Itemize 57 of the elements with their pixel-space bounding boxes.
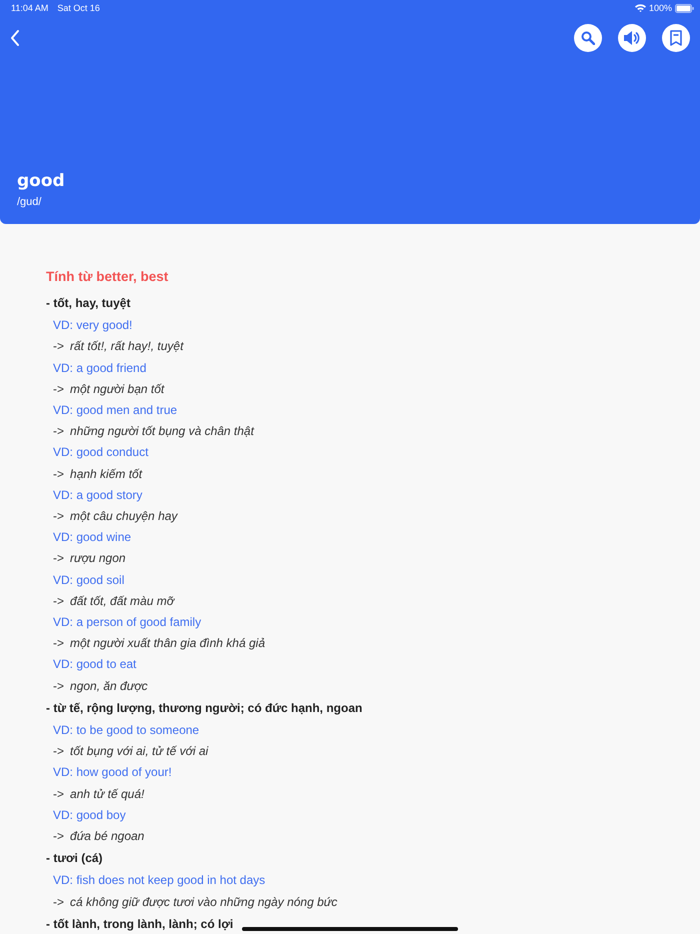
part-of-speech-heading: Tính từ better, best	[46, 268, 168, 286]
translation-text: tốt bụng với ai, tử tế với ai	[70, 743, 208, 760]
arrow-text: ->	[53, 828, 64, 846]
search-icon	[581, 31, 595, 45]
arrow-text: ->	[53, 743, 64, 760]
example-text: VD: a good friend	[52, 360, 146, 377]
arrow-text: ->	[53, 380, 64, 398]
translation-text: một câu chuyện hay	[70, 508, 178, 526]
translation-text: cá không giữ được tươi vào những ngày nóng bức	[70, 894, 338, 911]
example-text: VD: a good story	[52, 486, 142, 504]
example-text: VD: how good of your!	[52, 764, 172, 782]
sense-text: - từ tế, rộng lượng, thương người; có đức hạnh, ngoan	[46, 700, 362, 717]
bookmark-button[interactable]	[662, 24, 690, 52]
speaker-icon	[623, 30, 641, 46]
translation-text: một người xuất thân gia đình khá giả	[70, 635, 265, 652]
arrow-text: ->	[53, 466, 64, 483]
example-text: VD: to be good to someone	[52, 722, 200, 740]
battery-percent: 100%	[648, 3, 672, 13]
translation-text: anh tử tế quá!	[70, 786, 144, 803]
translation-text: ngon, ăn được	[70, 678, 148, 695]
arrow-text: ->	[53, 423, 64, 440]
translation-text: hạnh kiếm tốt	[70, 466, 142, 483]
bookmark-icon	[669, 30, 683, 46]
translation-text: rượu ngon	[70, 550, 126, 568]
sense-text: - tốt lành, trong lành, lành; có lợi	[46, 916, 234, 933]
wifi-icon	[634, 4, 646, 12]
word-title: good	[17, 171, 65, 191]
example-text: VD: good soil	[52, 572, 124, 589]
arrow-text: ->	[53, 592, 64, 610]
battery-icon	[675, 4, 694, 12]
example-text: VD: very good!	[52, 317, 132, 334]
sense-text: - tươi (cá)	[46, 850, 103, 868]
example-text: VD: good wine	[52, 529, 132, 546]
status-time: 11:04 AM	[11, 3, 48, 13]
example-text: VD: good to eat	[52, 656, 136, 674]
speaker-button[interactable]	[618, 24, 646, 52]
arrow-text: ->	[53, 678, 64, 695]
translation-text: đứa bé ngoan	[70, 828, 144, 846]
example-text: VD: good boy	[52, 806, 126, 824]
translation-text: những người tốt bụng và chân thật	[70, 423, 254, 440]
translation-text: một người bạn tốt	[70, 380, 164, 398]
example-text: VD: good conduct	[52, 444, 148, 462]
translation-text: rất tốt!, rất hay!, tuyệt	[70, 338, 184, 356]
example-text: VD: good men and true	[52, 402, 178, 420]
arrow-text: ->	[53, 338, 64, 356]
example-text: VD: fish does not keep good in hot days	[52, 872, 266, 890]
arrow-text: ->	[53, 786, 64, 803]
example-text: VD: a person of good family	[52, 614, 202, 632]
arrow-text: ->	[53, 508, 64, 526]
pronunciation-text: /gud/	[17, 196, 42, 208]
sense-text: - tốt, hay, tuyệt	[46, 295, 130, 312]
arrow-text: ->	[53, 635, 64, 652]
arrow-text: ->	[53, 550, 64, 568]
search-button[interactable]	[574, 24, 602, 52]
status-date: Sat Oct 16	[57, 3, 100, 13]
arrow-text: ->	[53, 894, 64, 911]
translation-text: đất tốt, đất màu mỡ	[70, 592, 174, 610]
